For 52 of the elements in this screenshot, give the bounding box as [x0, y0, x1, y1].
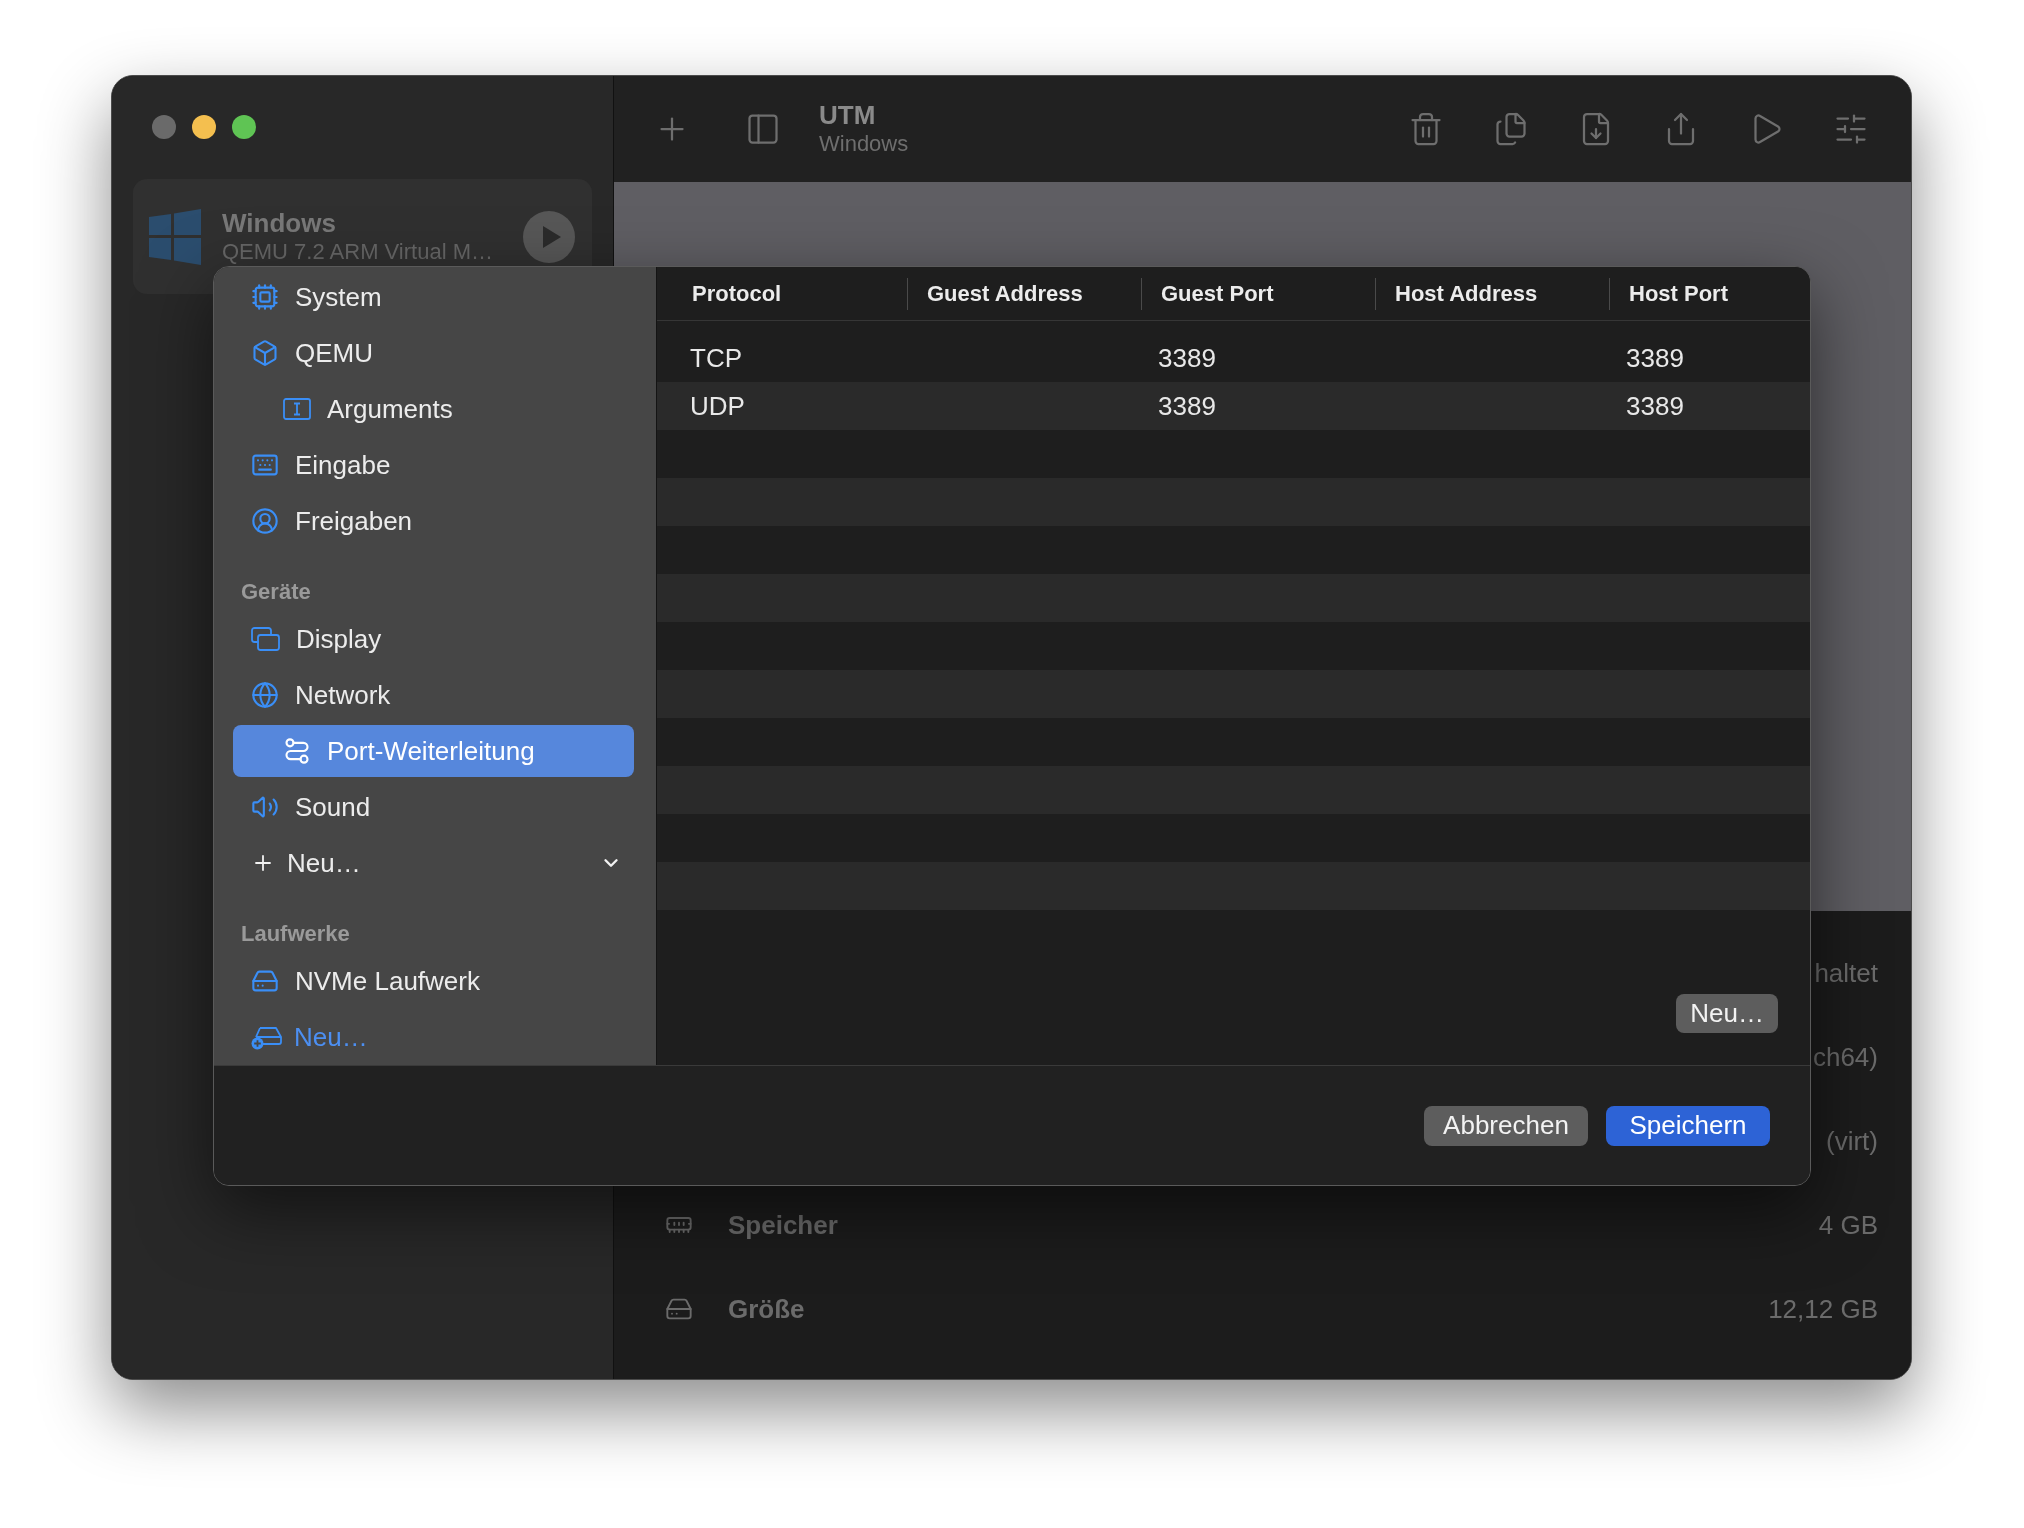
detail-value: 4 GB: [1818, 1208, 1878, 1242]
sidebar-item[interactable]: Sound: [233, 781, 634, 833]
sidebar-item[interactable]: Freigaben: [233, 495, 634, 547]
section-header: Geräte: [241, 579, 312, 605]
drive-plus-icon: [251, 1024, 282, 1050]
sidebar-item[interactable]: Display: [233, 613, 634, 665]
sidebar-item[interactable]: QEMU: [233, 327, 634, 379]
vm-name: Windows: [222, 207, 337, 238]
column-header[interactable]: Protocol: [673, 277, 907, 310]
add-button[interactable]: Neu…: [1676, 994, 1778, 1033]
table-cell-text: UDP: [689, 390, 746, 422]
detail-label: Speicher: [728, 1208, 838, 1242]
column-header[interactable]: Guest Address: [907, 277, 1141, 310]
documents-icon[interactable]: [1493, 111, 1529, 147]
column-header[interactable]: Host Port: [1609, 277, 1810, 310]
detail-value: 12,12 GB: [1768, 1292, 1878, 1326]
play-circle-icon[interactable]: [523, 210, 575, 263]
table-cell-text: 3389: [1157, 390, 1217, 422]
section-header: Laufwerke: [241, 921, 351, 947]
cpu-icon: [251, 283, 279, 311]
minimize-button[interactable]: [192, 115, 216, 139]
four-pane-logo-icon: [149, 208, 201, 265]
route-icon: [283, 737, 311, 765]
cancel-button[interactable]: Abbrechen: [1424, 1105, 1588, 1146]
zoom-button[interactable]: [232, 115, 256, 139]
table-cell-text: 3389: [1157, 342, 1217, 374]
table-cell-text: 3389: [1625, 390, 1685, 422]
sidebar-item[interactable]: Neu…: [233, 837, 634, 889]
sidebar-item[interactable]: Port-Weiterleitung: [233, 725, 634, 777]
globe-icon: [251, 681, 279, 709]
cube-icon: [251, 339, 279, 367]
table-cell-text: 3389: [1625, 342, 1685, 374]
save-button[interactable]: Speichern: [1606, 1105, 1770, 1146]
close-button[interactable]: [152, 115, 176, 139]
text-field-icon: [283, 398, 311, 420]
detail-value: (virt): [1826, 1124, 1878, 1158]
detail-label: Größe: [728, 1292, 805, 1326]
sidebar-item[interactable]: Arguments: [233, 383, 634, 435]
sidebar-toggle-icon[interactable]: [745, 111, 781, 147]
overlapping-windows-icon: [251, 627, 280, 651]
column-header[interactable]: Guest Port: [1141, 277, 1375, 310]
window-subtitle: Windows: [819, 130, 909, 157]
column-header[interactable]: Host Address: [1375, 277, 1609, 310]
sidebar-item[interactable]: NVMe Laufwerk: [233, 955, 634, 1007]
window-title: UTM: [819, 101, 877, 130]
detail-value: haltet: [1814, 956, 1878, 990]
sidebar-item[interactable]: Network: [233, 669, 634, 721]
sidebar-item[interactable]: Eingabe: [233, 439, 634, 491]
table-cell-text: TCP: [689, 342, 743, 374]
detail-value: ch64): [1812, 1040, 1878, 1074]
person-circle-icon: [251, 507, 279, 535]
table-row[interactable]: UDP 3389 3389: [657, 382, 1810, 430]
